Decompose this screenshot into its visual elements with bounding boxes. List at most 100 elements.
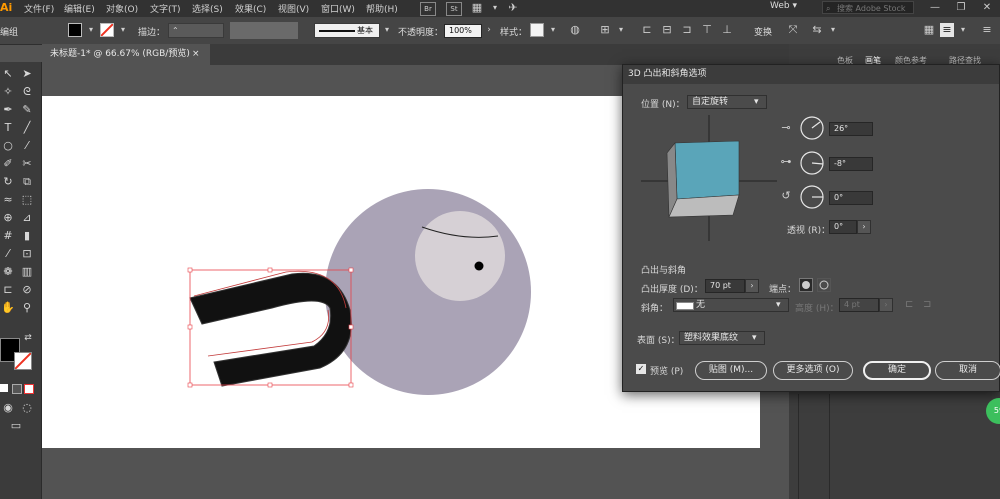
surface-dropdown[interactable]: 塑料效果底纹 ▾: [679, 331, 765, 345]
transform-label[interactable]: 变换: [754, 25, 772, 38]
bevel-extent-in-icon[interactable]: ⊏: [905, 298, 919, 312]
direct-selection-tool-icon[interactable]: ➤: [19, 66, 35, 82]
none-mode-icon[interactable]: [24, 384, 34, 394]
minimize-icon[interactable]: —: [924, 0, 946, 16]
menu-file[interactable]: 文件(F): [24, 2, 54, 15]
width-tool-icon[interactable]: ≈: [0, 192, 16, 208]
shaper-tool-icon[interactable]: ✐: [0, 156, 16, 172]
rotate-y-dial[interactable]: [799, 150, 825, 176]
isolate-dropdown-icon[interactable]: ▾: [826, 23, 840, 37]
menu-effect[interactable]: 效果(C): [235, 2, 266, 15]
body-circle[interactable]: [325, 189, 531, 395]
stroke-dropdown-icon[interactable]: ▾: [116, 23, 130, 37]
extruded-u-shape[interactable]: [189, 270, 352, 387]
stroke-weight-field[interactable]: ⌃: [168, 23, 224, 38]
panel-menu-icon[interactable]: ≡: [940, 23, 954, 37]
rotation-track-cube[interactable]: [641, 115, 777, 241]
menu-window[interactable]: 窗口(W): [321, 2, 355, 15]
slice-tool-icon[interactable]: ⊘: [19, 282, 35, 298]
scissors-tool-icon[interactable]: ✂: [19, 156, 35, 172]
menu-type[interactable]: 文字(T): [150, 2, 181, 15]
transform-each-icon[interactable]: ⤧: [786, 23, 800, 37]
map-art-button[interactable]: 贴图 (M)...: [695, 361, 767, 380]
rotate-z-field[interactable]: 0°: [829, 191, 873, 205]
rotate-y-field[interactable]: -8°: [829, 157, 873, 171]
handle-top-left[interactable]: [187, 267, 193, 273]
stroke-swatch[interactable]: [100, 23, 114, 37]
dropdown-chevron-icon[interactable]: ▾: [488, 1, 502, 15]
rotate-z-dial[interactable]: [799, 184, 825, 210]
align-bottom-icon[interactable]: ⊥: [720, 23, 734, 37]
color-mode-icon[interactable]: [0, 384, 8, 392]
workspace-switcher[interactable]: Web ▾: [770, 1, 797, 11]
menu-edit[interactable]: 编辑(E): [64, 2, 95, 15]
zoom-tool-icon[interactable]: ⚲: [19, 300, 35, 316]
perspective-field[interactable]: 0°: [829, 220, 857, 234]
isolate-icon[interactable]: ⇆: [810, 23, 824, 37]
align-right-icon[interactable]: ⊐: [680, 23, 694, 37]
recolor-artwork-icon[interactable]: ◍: [568, 23, 582, 37]
rotate-x-field[interactable]: 26°: [829, 122, 873, 136]
perspective-slider-button[interactable]: ›: [857, 220, 871, 234]
stock-search-input[interactable]: ⌕ 搜索 Adobe Stock: [822, 1, 914, 14]
shape-builder-tool-icon[interactable]: ⊕: [0, 210, 16, 226]
pupil-dot[interactable]: [474, 261, 484, 271]
rotate-tool-icon[interactable]: ↻: [0, 174, 16, 190]
close-tab-icon[interactable]: ×: [192, 44, 200, 65]
graphic-style-swatch[interactable]: [530, 23, 544, 37]
eyedropper-tool-icon[interactable]: ⁄: [0, 246, 16, 262]
perspective-grid-tool-icon[interactable]: ⊿: [19, 210, 35, 226]
artboard-tool-icon[interactable]: ⊏: [0, 282, 16, 298]
align-to-icon[interactable]: ⊞: [598, 23, 612, 37]
opacity-field[interactable]: 100%: [444, 24, 482, 38]
cap-off-button[interactable]: [817, 278, 831, 292]
screen-mode-icon[interactable]: ▭: [8, 418, 24, 434]
variable-width-profile[interactable]: [230, 22, 298, 39]
bevel-extent-out-icon[interactable]: ⊐: [923, 298, 937, 312]
handle-top-center[interactable]: [267, 267, 273, 273]
arrange-documents-icon[interactable]: ▦: [470, 1, 484, 15]
gpu-performance-icon[interactable]: ✈: [506, 1, 520, 15]
mesh-tool-icon[interactable]: #: [0, 228, 16, 244]
align-dropdown-icon[interactable]: ▾: [614, 23, 628, 37]
handle-middle-left[interactable]: [187, 324, 193, 330]
menu-select[interactable]: 选择(S): [192, 2, 223, 15]
menu-help[interactable]: 帮助(H): [366, 2, 398, 15]
draw-mode-icon[interactable]: ◉: [0, 400, 16, 416]
column-graph-tool-icon[interactable]: ▥: [19, 264, 35, 280]
overflow-icon[interactable]: ≡: [980, 23, 994, 37]
close-window-icon[interactable]: ✕: [976, 0, 998, 16]
curvature-tool-icon[interactable]: ✎: [19, 102, 35, 118]
align-center-icon[interactable]: ⊟: [660, 23, 674, 37]
arrange-grid-icon[interactable]: ▦: [922, 23, 936, 37]
restore-icon[interactable]: ❐: [950, 0, 972, 16]
handle-bottom-center[interactable]: [267, 382, 273, 388]
draw-behind-icon[interactable]: ◌: [19, 400, 35, 416]
panel-dropdown-icon[interactable]: ▾: [956, 23, 970, 37]
extrude-depth-field[interactable]: 70 pt: [705, 279, 745, 293]
rotate-x-dial[interactable]: [799, 115, 825, 141]
hand-tool-icon[interactable]: ✋: [0, 300, 16, 316]
cancel-button[interactable]: 取消: [935, 361, 1000, 380]
ok-button[interactable]: 确定: [863, 361, 931, 380]
brush-definition-dropdown[interactable]: 基本: [314, 23, 380, 38]
bevel-dropdown[interactable]: 无 ▾: [673, 298, 789, 312]
handle-bottom-right[interactable]: [348, 382, 354, 388]
menu-view[interactable]: 视图(V): [278, 2, 309, 15]
align-left-icon[interactable]: ⊏: [640, 23, 654, 37]
blend-tool-icon[interactable]: ⊡: [19, 246, 35, 262]
stroke-color-box[interactable]: [14, 352, 32, 370]
stock-button[interactable]: St: [446, 2, 462, 16]
fill-dropdown-icon[interactable]: ▾: [84, 23, 98, 37]
style-dropdown-icon[interactable]: ▾: [546, 23, 560, 37]
symbol-sprayer-tool-icon[interactable]: ❁: [0, 264, 16, 280]
ellipse-tool-icon[interactable]: ○: [0, 138, 16, 154]
pen-tool-icon[interactable]: ✒: [0, 102, 16, 118]
handle-middle-right[interactable]: [348, 324, 354, 330]
line-tool-icon[interactable]: ╱: [19, 120, 35, 136]
lasso-tool-icon[interactable]: ᘓ: [19, 84, 35, 100]
height-field[interactable]: 4 pt: [839, 298, 879, 312]
fill-swatch[interactable]: [68, 23, 82, 37]
type-tool-icon[interactable]: T: [0, 120, 16, 136]
handle-top-right[interactable]: [348, 267, 354, 273]
